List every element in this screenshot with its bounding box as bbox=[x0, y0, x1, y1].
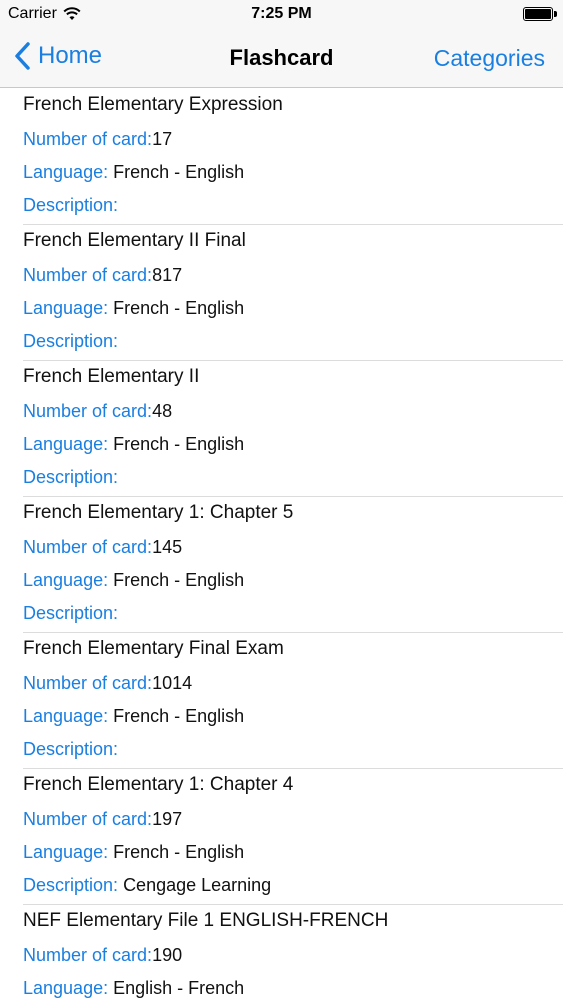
count-value: 190 bbox=[152, 945, 183, 965]
list-item[interactable]: French Elementary Final Exam Number of c… bbox=[0, 633, 563, 769]
item-language-row: Language: English - French bbox=[23, 972, 563, 1000]
battery-icon bbox=[523, 7, 557, 21]
item-description-row: Description: bbox=[23, 325, 563, 358]
count-value: 145 bbox=[152, 537, 183, 557]
item-title: French Elementary 1: Chapter 4 bbox=[23, 774, 294, 795]
item-count-row: Number of card:197 bbox=[23, 803, 563, 836]
item-language-row: Language: French - English bbox=[23, 564, 563, 597]
item-description-row: Description: bbox=[23, 597, 563, 630]
count-value: 17 bbox=[152, 129, 173, 149]
item-title: NEF Elementary File 1 ENGLISH-FRENCH bbox=[23, 910, 389, 931]
description-label: Description: bbox=[23, 739, 119, 759]
categories-button[interactable]: Categories bbox=[434, 45, 545, 72]
count-label: Number of card: bbox=[23, 401, 153, 421]
count-value: 1014 bbox=[152, 673, 193, 693]
item-title: French Elementary Final Exam bbox=[23, 638, 284, 659]
language-label: Language: bbox=[23, 434, 109, 454]
count-value: 48 bbox=[152, 401, 173, 421]
count-value: 197 bbox=[152, 809, 183, 829]
language-label: Language: bbox=[23, 706, 109, 726]
item-title: French Elementary Expression bbox=[23, 94, 283, 115]
list-item[interactable]: French Elementary 1: Chapter 4 Number of… bbox=[0, 769, 563, 905]
item-count-row: Number of card:817 bbox=[23, 259, 563, 292]
language-label: Language: bbox=[23, 842, 109, 862]
list-item[interactable]: French Elementary Expression Number of c… bbox=[0, 89, 563, 225]
item-title: French Elementary II bbox=[23, 366, 200, 387]
description-label: Description: bbox=[23, 331, 119, 351]
language-label: Language: bbox=[23, 570, 109, 590]
status-bar: Carrier 7:25 PM bbox=[0, 0, 563, 28]
language-value: French - English bbox=[113, 298, 245, 318]
description-value: Cengage Learning bbox=[123, 875, 272, 895]
item-description-row: Description: bbox=[23, 461, 563, 494]
list-item[interactable]: French Elementary II Number of card:48 L… bbox=[0, 361, 563, 497]
item-count-row: Number of card:190 bbox=[23, 939, 563, 972]
count-label: Number of card: bbox=[23, 945, 153, 965]
item-description-row: Description: bbox=[23, 733, 563, 766]
item-language-row: Language: French - English bbox=[23, 156, 563, 189]
description-label: Description: bbox=[23, 195, 119, 215]
count-label: Number of card: bbox=[23, 673, 153, 693]
navigation-bar: Home Flashcard Categories bbox=[0, 28, 563, 88]
list-item[interactable]: French Elementary II Final Number of car… bbox=[0, 225, 563, 361]
count-label: Number of card: bbox=[23, 809, 153, 829]
description-label: Description: bbox=[23, 467, 119, 487]
item-language-row: Language: French - English bbox=[23, 700, 563, 733]
item-count-row: Number of card:17 bbox=[23, 123, 563, 156]
language-value: French - English bbox=[113, 842, 245, 862]
language-label: Language: bbox=[23, 978, 109, 998]
language-value: French - English bbox=[113, 706, 245, 726]
item-count-row: Number of card:1014 bbox=[23, 667, 563, 700]
language-value: French - English bbox=[113, 162, 245, 182]
language-value: English - French bbox=[113, 978, 245, 998]
description-label: Description: bbox=[23, 603, 119, 623]
language-label: Language: bbox=[23, 162, 109, 182]
item-language-row: Language: French - English bbox=[23, 836, 563, 869]
count-label: Number of card: bbox=[23, 129, 153, 149]
count-value: 817 bbox=[152, 265, 183, 285]
item-count-row: Number of card:48 bbox=[23, 395, 563, 428]
language-value: French - English bbox=[113, 570, 245, 590]
count-label: Number of card: bbox=[23, 265, 153, 285]
flashcard-list: French Elementary Expression Number of c… bbox=[0, 89, 563, 1000]
status-time: 7:25 PM bbox=[251, 5, 312, 22]
item-language-row: Language: French - English bbox=[23, 292, 563, 325]
item-language-row: Language: French - English bbox=[23, 428, 563, 461]
item-description-row: Description: bbox=[23, 189, 563, 222]
item-title: French Elementary 1: Chapter 5 bbox=[23, 502, 294, 523]
item-count-row: Number of card:145 bbox=[23, 531, 563, 564]
item-description-row: Description: Cengage Learning bbox=[23, 869, 563, 902]
count-label: Number of card: bbox=[23, 537, 153, 557]
description-label: Description: bbox=[23, 875, 119, 895]
list-item[interactable]: NEF Elementary File 1 ENGLISH-FRENCH Num… bbox=[0, 905, 563, 1000]
language-label: Language: bbox=[23, 298, 109, 318]
item-title: French Elementary II Final bbox=[23, 230, 246, 251]
language-value: French - English bbox=[113, 434, 245, 454]
list-item[interactable]: French Elementary 1: Chapter 5 Number of… bbox=[0, 497, 563, 633]
